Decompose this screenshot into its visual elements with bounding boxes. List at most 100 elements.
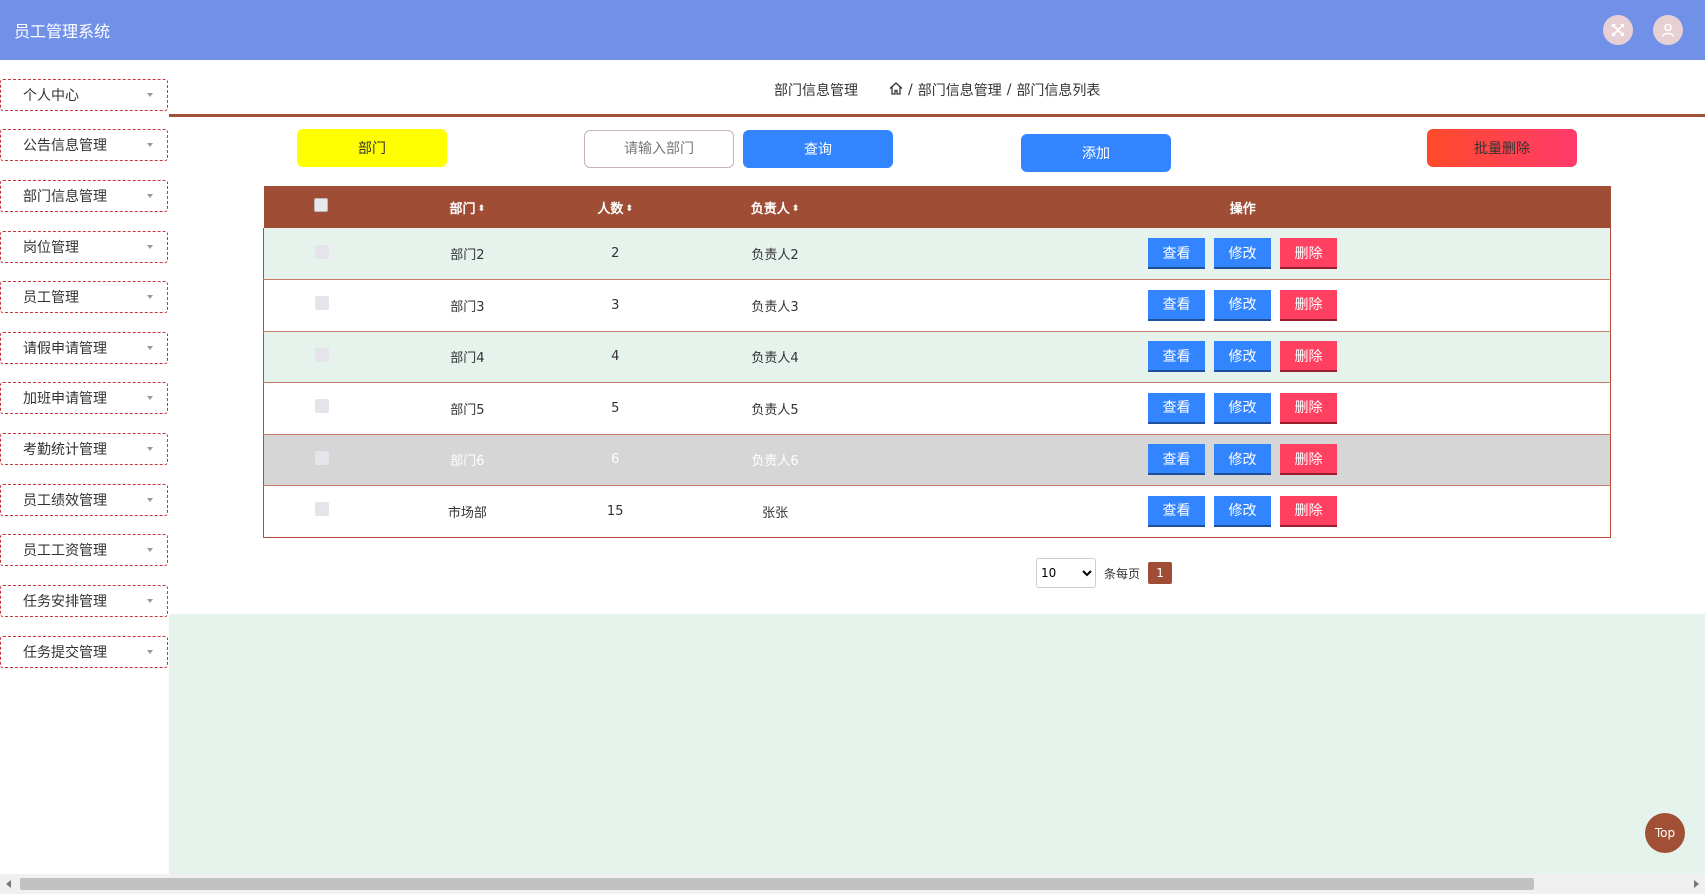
dept-label-button: 部门 xyxy=(297,129,447,167)
chevron-down-icon xyxy=(147,295,153,299)
sidebar-item-notice[interactable]: 公告信息管理 xyxy=(0,129,168,161)
chevron-down-icon xyxy=(147,245,153,249)
breadcrumb-bar: 部门信息管理 / 部门信息管理 / 部门信息列表 xyxy=(169,60,1705,117)
select-all-checkbox[interactable] xyxy=(314,198,329,212)
breadcrumb-level1[interactable]: 部门信息管理 xyxy=(918,80,1002,100)
main-content: 部门信息管理 / 部门信息管理 / 部门信息列表 部门 查询 添加 批量删除 xyxy=(169,60,1705,874)
delete-button[interactable]: 删除 xyxy=(1279,289,1337,321)
edit-button[interactable]: 修改 xyxy=(1213,289,1271,321)
sidebar-item-label: 员工管理 xyxy=(23,290,79,306)
delete-button[interactable]: 删除 xyxy=(1279,444,1337,476)
column-header-dept[interactable]: 部门 ⬍ xyxy=(379,186,555,228)
sidebar-item-department[interactable]: 部门信息管理 xyxy=(0,180,168,212)
view-button[interactable]: 查看 xyxy=(1147,495,1205,527)
cell-leader: 负责人6 xyxy=(751,454,799,470)
sidebar-item-salary[interactable]: 员工工资管理 xyxy=(0,534,168,566)
sidebar-item-position[interactable]: 岗位管理 xyxy=(0,231,168,263)
sidebar-item-employee[interactable]: 员工管理 xyxy=(0,281,168,313)
add-button[interactable]: 添加 xyxy=(1021,134,1171,172)
column-header-label: 负责人 xyxy=(750,201,790,217)
page-size-select[interactable]: 10 xyxy=(1036,558,1096,588)
table-row: 部门5 5 负责人5 查看 修改 删除 xyxy=(263,383,1611,434)
breadcrumb: / 部门信息管理 / 部门信息列表 xyxy=(889,80,1100,100)
top-actions xyxy=(1603,15,1691,45)
edit-button[interactable]: 修改 xyxy=(1213,444,1271,476)
back-to-top-button[interactable]: Top xyxy=(1645,813,1685,853)
chevron-down-icon xyxy=(147,143,153,147)
row-checkbox[interactable] xyxy=(314,244,329,259)
sidebar-item-label: 考勤统计管理 xyxy=(23,442,107,458)
sidebar-item-personal-center[interactable]: 个人中心 xyxy=(0,79,168,111)
chevron-down-icon xyxy=(147,396,153,400)
chevron-down-icon xyxy=(147,194,153,198)
cell-leader: 负责人3 xyxy=(751,299,799,315)
user-icon[interactable] xyxy=(1653,15,1683,45)
batch-delete-button[interactable]: 批量删除 xyxy=(1427,129,1577,167)
table-row: 市场部 15 张张 查看 修改 删除 xyxy=(263,486,1611,537)
sidebar-item-leave[interactable]: 请假申请管理 xyxy=(0,332,168,364)
sidebar-item-label: 岗位管理 xyxy=(23,240,79,256)
cell-dept: 部门4 xyxy=(450,351,485,367)
column-header-ops: 操作 xyxy=(1229,201,1256,217)
cell-count: 15 xyxy=(606,503,624,519)
page-number-button[interactable]: 1 xyxy=(1148,562,1173,584)
sidebar-item-label: 请假申请管理 xyxy=(23,341,107,357)
column-header-count[interactable]: 人数 ⬍ xyxy=(555,186,675,228)
edit-button[interactable]: 修改 xyxy=(1213,341,1271,373)
chevron-down-icon xyxy=(147,346,153,350)
top-header: 员工管理系统 xyxy=(0,0,1705,60)
home-icon[interactable] xyxy=(889,81,903,99)
select-all-cell xyxy=(264,186,380,228)
content-panel: 部门信息管理 / 部门信息管理 / 部门信息列表 部门 查询 添加 批量删除 xyxy=(169,60,1705,614)
sidebar-item-task-submit[interactable]: 任务提交管理 xyxy=(0,636,168,668)
edit-button[interactable]: 修改 xyxy=(1213,392,1271,424)
chevron-down-icon xyxy=(147,548,153,552)
sidebar-item-label: 任务安排管理 xyxy=(23,594,107,610)
row-checkbox[interactable] xyxy=(314,502,329,517)
fullscreen-icon[interactable] xyxy=(1603,15,1633,45)
view-button[interactable]: 查看 xyxy=(1147,392,1205,424)
pagination: 10 条每页 1 xyxy=(1036,558,1173,588)
column-header-label: 部门 xyxy=(449,201,476,217)
cell-leader: 负责人4 xyxy=(751,351,799,367)
delete-button[interactable]: 删除 xyxy=(1279,341,1337,373)
sidebar-item-performance[interactable]: 员工绩效管理 xyxy=(0,484,168,516)
delete-button[interactable]: 删除 xyxy=(1279,495,1337,527)
row-checkbox[interactable] xyxy=(314,450,329,465)
delete-button[interactable]: 删除 xyxy=(1279,392,1337,424)
view-button[interactable]: 查看 xyxy=(1147,341,1205,373)
scroll-left-icon[interactable] xyxy=(6,880,11,888)
sort-icon: ⬍ xyxy=(477,203,486,214)
view-button[interactable]: 查看 xyxy=(1147,289,1205,321)
cell-count: 5 xyxy=(611,400,620,416)
cell-dept: 部门6 xyxy=(450,454,485,470)
view-button[interactable]: 查看 xyxy=(1147,444,1205,476)
app-title: 员工管理系统 xyxy=(14,22,111,41)
breadcrumb-separator: / xyxy=(1006,82,1012,98)
delete-button[interactable]: 删除 xyxy=(1279,238,1337,269)
sidebar-item-label: 个人中心 xyxy=(23,88,79,104)
row-checkbox[interactable] xyxy=(314,399,329,414)
search-input[interactable] xyxy=(584,130,734,168)
cell-count: 3 xyxy=(611,297,620,313)
table-row: 部门2 2 负责人2 查看 修改 删除 xyxy=(263,228,1611,280)
scrollbar-thumb[interactable] xyxy=(20,878,1534,890)
sidebar-item-attendance[interactable]: 考勤统计管理 xyxy=(0,433,168,465)
query-button[interactable]: 查询 xyxy=(743,130,893,168)
column-header-leader[interactable]: 负责人 ⬍ xyxy=(675,186,875,228)
row-checkbox[interactable] xyxy=(314,296,329,311)
scroll-right-icon[interactable] xyxy=(1694,880,1699,888)
chevron-down-icon xyxy=(147,93,153,97)
row-checkbox[interactable] xyxy=(314,347,329,362)
view-button[interactable]: 查看 xyxy=(1147,238,1205,269)
sidebar-item-task-arrange[interactable]: 任务安排管理 xyxy=(0,585,168,617)
per-page-label: 条每页 xyxy=(1104,566,1141,581)
sidebar-item-label: 部门信息管理 xyxy=(23,189,107,205)
edit-button[interactable]: 修改 xyxy=(1213,238,1271,269)
table-row: 部门3 3 负责人3 查看 修改 删除 xyxy=(263,280,1611,331)
sidebar-item-overtime[interactable]: 加班申请管理 xyxy=(0,382,168,414)
horizontal-scrollbar[interactable] xyxy=(0,874,1705,894)
sidebar-item-label: 公告信息管理 xyxy=(23,138,107,154)
edit-button[interactable]: 修改 xyxy=(1213,495,1271,527)
chevron-down-icon xyxy=(147,447,153,451)
